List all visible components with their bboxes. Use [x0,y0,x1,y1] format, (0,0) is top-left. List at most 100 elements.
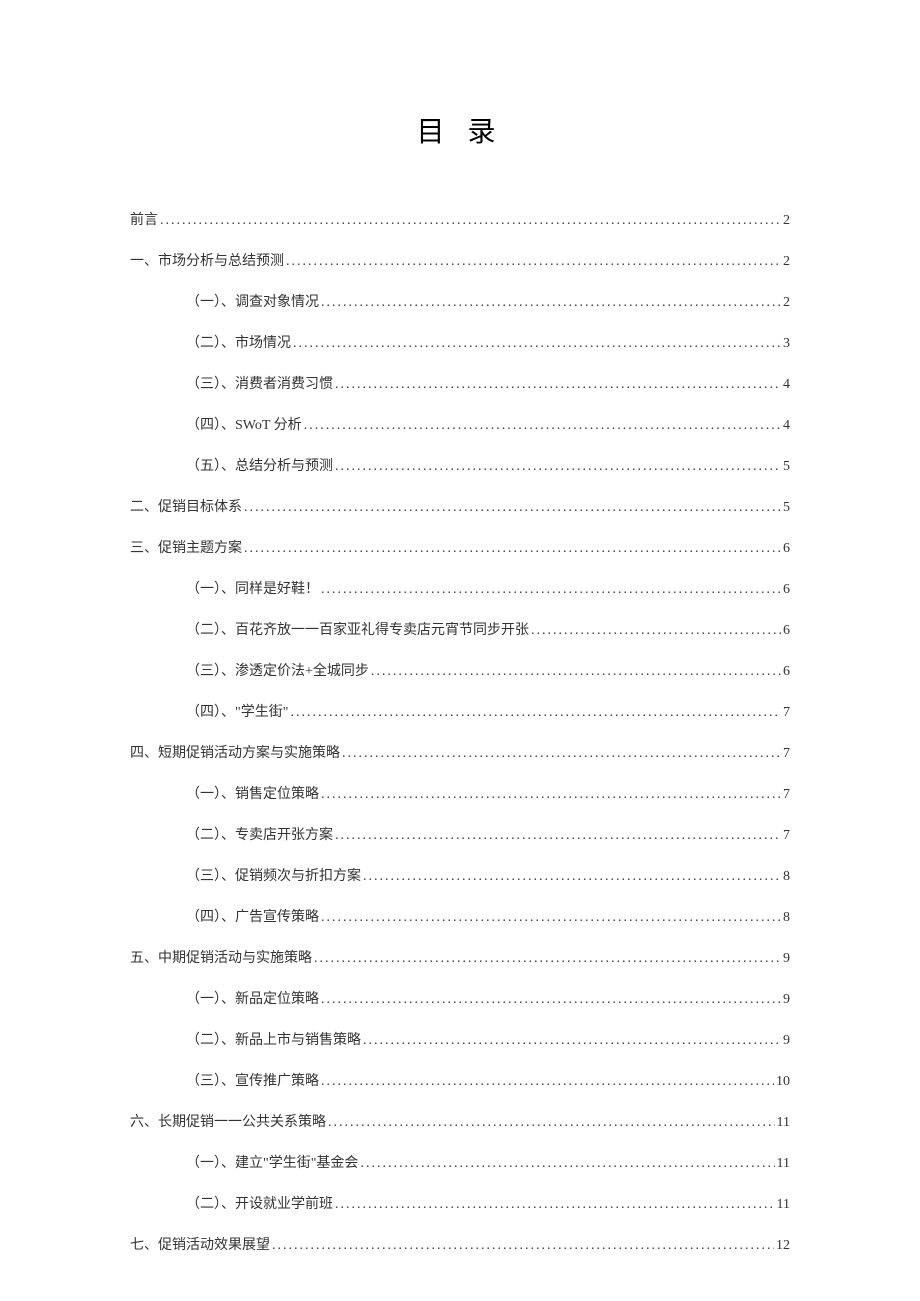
toc-entry-page: 11 [777,1194,790,1215]
toc-entry-label: （二）、新品上市与销售策略 [186,1030,361,1051]
toc-entry[interactable]: （一）、调查对象情况 2 [130,292,790,313]
toc-entry-page: 5 [783,456,790,477]
toc-entry-page: 5 [783,497,790,518]
toc-entry-label: （二）、专卖店开张方案 [186,825,333,846]
toc-leader-dots [321,989,781,1010]
toc-leader-dots [286,251,781,272]
toc-entry[interactable]: 三、促销主题方案 6 [130,538,790,559]
toc-entry[interactable]: （四）、广告宣传策略 8 [130,907,790,928]
toc-entry-page: 2 [783,292,790,313]
toc-entry[interactable]: （四）、"学生街" 7 [130,702,790,723]
toc-entry[interactable]: （四）、SWoT 分析 4 [130,415,790,436]
toc-entry[interactable]: （一）、建立"学生街"基金会 11 [130,1153,790,1174]
toc-entry-page: 6 [783,620,790,641]
toc-leader-dots [328,1112,775,1133]
toc-leader-dots [342,743,781,764]
toc-entry[interactable]: 五、中期促销活动与实施策略9 [130,948,790,969]
toc-entry-page: 4 [783,415,790,436]
toc-entry-label: （一）、同样是好鞋！ [186,579,319,600]
toc-entry[interactable]: （二）、开设就业学前班 11 [130,1194,790,1215]
toc-entry[interactable]: 一、市场分析与总结预测 2 [130,251,790,272]
toc-entry[interactable]: （二）、专卖店开张方案 7 [130,825,790,846]
toc-entry[interactable]: 前言 2 [130,210,790,231]
toc-entry[interactable]: 七、促销活动效果展望 12 [130,1235,790,1256]
toc-entry-page: 7 [783,702,790,723]
toc-entry[interactable]: 六、长期促销一一公共关系策略11 [130,1112,790,1133]
toc-entry-label: （三）、渗透定价法+全城同步 [186,661,369,682]
toc-entry-label: 三、促销主题方案 [130,538,242,559]
toc-entry-label: （三）、宣传推广策略 [186,1071,319,1092]
toc-leader-dots [371,661,781,682]
toc-entry-page: 8 [783,907,790,928]
toc-entry-page: 4 [783,374,790,395]
toc-entry-label: 七、促销活动效果展望 [130,1235,270,1256]
toc-leader-dots [321,907,781,928]
toc-leader-dots [244,538,781,559]
toc-entry-label: （一）、调查对象情况 [186,292,319,313]
toc-leader-dots [290,702,781,723]
toc-entry[interactable]: （三）、消费者消费习惯 4 [130,374,790,395]
toc-entry[interactable]: 四、短期促销活动方案与实施策略 7 [130,743,790,764]
toc-entry-page: 3 [783,333,790,354]
toc-entry-label: （三）、促销频次与折扣方案 [186,866,361,887]
toc-entry[interactable]: （五）、总结分析与预测 5 [130,456,790,477]
toc-leader-dots [360,1153,774,1174]
toc-entry-label: （二）、开设就业学前班 [186,1194,333,1215]
toc-entry-page: 7 [783,825,790,846]
toc-leader-dots [531,620,781,641]
toc-entry-page: 6 [783,579,790,600]
toc-entry[interactable]: （二）、百花齐放一一百家亚礼得专卖店元宵节同步开张 6 [130,620,790,641]
toc-entry-label: （一）、建立"学生街"基金会 [186,1153,358,1174]
toc-entry-page: 10 [776,1071,790,1092]
toc-entry-label: （五）、总结分析与预测 [186,456,333,477]
toc-entry[interactable]: （二）、市场情况 3 [130,333,790,354]
toc-entry[interactable]: （三）、促销频次与折扣方案 8 [130,866,790,887]
toc-entry-label: 四、短期促销活动方案与实施策略 [130,743,340,764]
toc-entry-label: 前言 [130,210,158,231]
toc-entry[interactable]: （三）、渗透定价法+全城同步 6 [130,661,790,682]
toc-entry[interactable]: 二、促销目标体系 5 [130,497,790,518]
toc-entry[interactable]: （一）、销售定位策略 7 [130,784,790,805]
toc-entry-label: （四）、SWoT 分析 [186,415,302,436]
toc-entry-page: 9 [783,1030,790,1051]
toc-entry-label: （二）、市场情况 [186,333,291,354]
toc-entry-label: （一）、销售定位策略 [186,784,319,805]
toc-leader-dots [314,948,781,969]
toc-entry-label: （三）、消费者消费习惯 [186,374,333,395]
toc-leader-dots [321,579,781,600]
toc-entry-label: 一、市场分析与总结预测 [130,251,284,272]
toc-entry-page: 12 [776,1235,790,1256]
toc-leader-dots [304,415,781,436]
toc-leader-dots [363,1030,781,1051]
page-title: 目 录 [130,110,790,150]
toc-leader-dots [335,374,781,395]
toc-entry-page: 9 [783,989,790,1010]
toc-leader-dots [160,210,781,231]
toc-entry-label: （一）、新品定位策略 [186,989,319,1010]
toc-entry-page: 7 [783,743,790,764]
toc-entry-page: 8 [783,866,790,887]
toc-entry-label: （四）、"学生街" [186,702,288,723]
toc-entry-page: 6 [783,661,790,682]
toc-entry[interactable]: （一）、同样是好鞋！ 6 [130,579,790,600]
toc-entry-page: 7 [783,784,790,805]
toc-entry-page: 2 [783,251,790,272]
table-of-contents: 前言 2 一、市场分析与总结预测 2 （一）、调查对象情况 2 （二）、市场情况 3 （三）、消… [130,210,790,1256]
toc-leader-dots [321,292,781,313]
toc-entry[interactable]: （三）、宣传推广策略 10 [130,1071,790,1092]
toc-leader-dots [335,1194,775,1215]
toc-entry[interactable]: （一）、新品定位策略 9 [130,989,790,1010]
toc-leader-dots [321,1071,774,1092]
toc-entry[interactable]: （二）、新品上市与销售策略 9 [130,1030,790,1051]
toc-entry-label: （四）、广告宣传策略 [186,907,319,928]
toc-entry-page: 11 [777,1153,790,1174]
toc-entry-label: 二、促销目标体系 [130,497,242,518]
toc-entry-label: 六、长期促销一一公共关系策略 [130,1112,326,1133]
toc-leader-dots [244,497,781,518]
toc-entry-label: （二）、百花齐放一一百家亚礼得专卖店元宵节同步开张 [186,620,529,641]
toc-leader-dots [272,1235,774,1256]
toc-entry-page: 6 [783,538,790,559]
toc-leader-dots [363,866,781,887]
toc-entry-page: 2 [783,210,790,231]
toc-leader-dots [293,333,781,354]
